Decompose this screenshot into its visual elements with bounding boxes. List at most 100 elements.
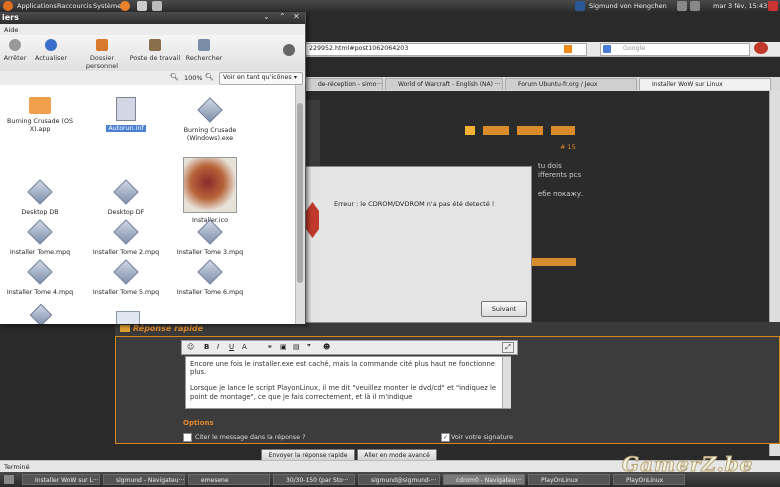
file-item[interactable]: Autorun.inf (86, 97, 166, 133)
resize-icon[interactable]: ⤢ (502, 342, 514, 353)
firefox-icon[interactable] (120, 1, 130, 11)
search-box[interactable]: Google (600, 43, 750, 56)
file-item[interactable]: Installer Tome 2.mpq (86, 219, 166, 257)
tab-installer-wow[interactable]: Installer WoW sur Linux (639, 78, 771, 90)
url-text: 229952.html#post1062064203 (309, 45, 409, 52)
file-item[interactable]: Installer.ico (170, 157, 250, 225)
file-item[interactable]: Burning Crusade (Windows).exe (170, 97, 250, 143)
file-toolbar: Arrêter Actualiser Dossier personnel Pos… (0, 35, 305, 72)
quote-icon[interactable] (465, 126, 475, 135)
power-icon[interactable] (768, 1, 778, 11)
dragon-image-icon (183, 157, 237, 213)
reload-icon (45, 39, 57, 51)
user-name[interactable]: Sigmund von Hengchen (589, 2, 667, 10)
font-color-icon[interactable]: A (242, 343, 247, 351)
stop-button[interactable]: Arrêter (2, 39, 28, 62)
menu-systeme[interactable]: Système (93, 2, 121, 10)
next-button[interactable]: Suivant (481, 301, 527, 317)
post-snippet: tu dois ifferents pcs ебе покажу. (538, 162, 584, 198)
file-item[interactable]: Installer Tome 6.mpq (170, 259, 250, 297)
search-button[interactable]: Rechercher (185, 39, 223, 62)
smiley-icon[interactable]: ☺ (187, 343, 194, 351)
tab-reception[interactable]: de-réception - simo··· (305, 78, 383, 90)
close-icon[interactable]: ✕ (293, 12, 300, 21)
adblock-icon[interactable] (754, 42, 768, 54)
reload-button[interactable]: Actualiser (33, 39, 69, 62)
quote-checkbox[interactable] (183, 433, 192, 442)
file-manager-titlebar[interactable]: iers ⌄ ⌃ ✕ (0, 12, 305, 24)
edit-button[interactable] (517, 126, 543, 135)
network-icon[interactable] (677, 1, 687, 11)
maximize-icon[interactable]: ⌃ (279, 12, 286, 21)
zoom-in-icon[interactable]: 🔍︎ (205, 73, 214, 81)
zoom-out-icon[interactable]: 🔍︎ (170, 73, 179, 81)
image-icon[interactable]: ▣ (280, 343, 287, 351)
tab-ubuntu-forum[interactable]: Forum Ubuntu-fr.org / Jeux (505, 78, 637, 90)
bold-icon[interactable]: B (204, 343, 209, 351)
computer-button[interactable]: Poste de travail (129, 39, 181, 62)
task-firefox[interactable]: Installer WoW sur L··· (22, 474, 100, 485)
home-button[interactable]: Dossier personnel (76, 39, 128, 70)
editor-scrollbar[interactable] (502, 357, 511, 408)
window-menu-icon[interactable]: ⌄ (263, 12, 270, 21)
view-mode-select[interactable]: Voir en tant qu'icônes ▾ (219, 72, 303, 85)
editor-line-2: Lorsque je lance le script PlayonLinux, … (190, 384, 497, 401)
editor-line-1: Encore une fois le installer.exe est cac… (190, 360, 495, 377)
file-item[interactable]: Installer Tome 4.mpq (0, 259, 80, 297)
wine-exe-icon (27, 219, 53, 245)
file-scrollbar-thumb[interactable] (297, 103, 303, 283)
file-scrollbar[interactable] (295, 85, 305, 324)
file-item[interactable]: Installer Tome 3.mpq (170, 219, 250, 257)
menu-raccourcis[interactable]: Raccourcis (57, 2, 92, 10)
underline-icon[interactable]: U (229, 343, 234, 351)
search-icon (198, 39, 210, 51)
task-transfer[interactable]: 30/30-150 (par Sto··· (273, 474, 355, 485)
task-emesene[interactable]: emesene (188, 474, 270, 485)
volume-icon[interactable] (690, 1, 700, 11)
options-label: Options (183, 419, 214, 427)
file-item[interactable]: Installer Tome.mpq (0, 219, 80, 257)
folder-icon (29, 97, 51, 114)
task-terminal[interactable]: sigmund@sigmund-··· (358, 474, 440, 485)
tab-wow[interactable]: World of Warcraft - English (NA) ··· (385, 78, 503, 90)
emoticon-menu-icon[interactable]: ☻ (323, 343, 330, 351)
italic-icon[interactable]: I (217, 343, 219, 351)
search-placeholder: Google (623, 45, 646, 52)
quote-tool-icon[interactable]: ❞ (307, 343, 311, 351)
home-icon (96, 39, 108, 51)
quick-reply-title: Réponse rapide (133, 324, 204, 333)
file-manager-window: iers ⌄ ⌃ ✕ Aide Arrêter Actualiser Dossi… (0, 12, 306, 324)
citer-button[interactable] (551, 126, 575, 135)
post-actions (465, 126, 575, 136)
file-item[interactable]: Desktop DF (86, 179, 166, 217)
task-playonlinux-1[interactable]: PlayOnLinux (528, 474, 610, 485)
reply-textarea[interactable]: Encore une fois le installer.exe est cac… (185, 356, 511, 409)
computer-icon (149, 39, 161, 51)
show-desktop-icon[interactable] (4, 475, 14, 484)
rss-icon[interactable] (564, 45, 572, 53)
editor-toolbar: ☺ B I U A ⚭ ▣ ▤ ❞ ☻ ⤢ (181, 340, 518, 355)
menu-aide[interactable]: Aide (4, 26, 18, 34)
file-item[interactable]: Burning Crusade (OS X).app (0, 97, 80, 134)
chevron-down-icon: ▾ (294, 74, 298, 81)
generic-file-icon (116, 311, 140, 324)
wine-exe-icon (197, 97, 223, 123)
pm-button[interactable] (483, 126, 509, 135)
menu-applications[interactable]: Applications (17, 2, 57, 10)
url-bar[interactable]: 229952.html#post1062064203 (305, 43, 587, 56)
stop-icon (306, 202, 319, 238)
task-nautilus[interactable]: sigmund - Navigateu··· (103, 474, 185, 485)
task-cdrom[interactable]: cdrom0 - Navigateu··· (443, 474, 525, 485)
throbber-icon (283, 44, 295, 56)
wine-exe-icon (197, 259, 223, 285)
ubuntu-logo-icon[interactable] (3, 1, 13, 11)
link-icon[interactable]: ⚭ (267, 343, 273, 351)
file-item[interactable]: Desktop DB (0, 179, 80, 217)
wine-exe-icon (197, 219, 223, 245)
terminal-icon[interactable] (137, 1, 147, 11)
text-editor-icon[interactable] (152, 1, 162, 11)
file-item[interactable]: Installer Tome 5.mpq (86, 259, 166, 297)
list-icon[interactable]: ▤ (293, 343, 300, 351)
clock[interactable]: mar 3 fév, 15:43 (713, 2, 767, 10)
signature-checkbox[interactable]: ✓ (441, 433, 450, 442)
